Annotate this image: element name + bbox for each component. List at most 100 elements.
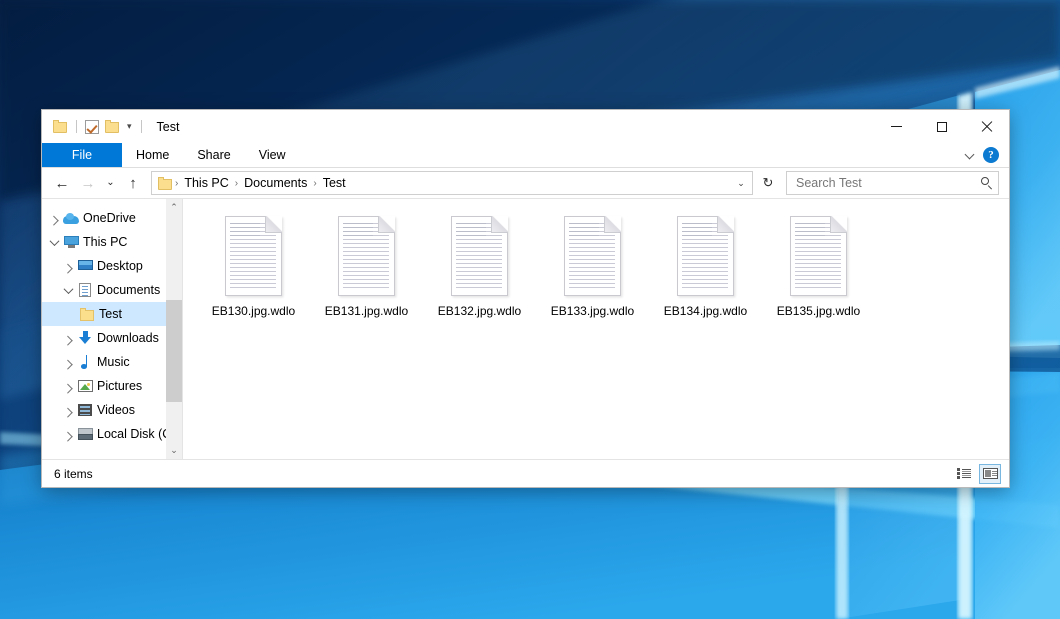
- properties-checkbox-icon[interactable]: [85, 120, 99, 134]
- sidebar-label-documents: Documents: [97, 283, 160, 297]
- disk-icon: [76, 428, 94, 440]
- minimize-icon: [891, 126, 902, 127]
- expander-chevron-right-icon[interactable]: [46, 215, 62, 222]
- expander-chevron-down-icon[interactable]: [46, 239, 62, 246]
- back-button[interactable]: ←: [50, 171, 74, 195]
- file-item[interactable]: EB134.jpg.wdlo: [649, 213, 762, 334]
- expander-chevron-right-icon[interactable]: [60, 359, 76, 366]
- address-bar[interactable]: › This PC › Documents › Test ⌄: [151, 171, 753, 195]
- qat-divider-2: [141, 120, 142, 133]
- expander-chevron-right-icon[interactable]: [60, 383, 76, 390]
- scrollbar-thumb[interactable]: [166, 300, 182, 402]
- details-view-icon: [957, 468, 972, 479]
- minimize-button[interactable]: [874, 110, 919, 143]
- tab-view[interactable]: View: [245, 143, 300, 167]
- sidebar-item-local-disk-c[interactable]: Local Disk (C:): [42, 422, 182, 446]
- ribbon-tab-strip: File Home Share View ?: [42, 143, 1009, 168]
- new-folder-icon[interactable]: [105, 120, 120, 133]
- generic-document-icon: [335, 216, 398, 298]
- qat-divider-1: [76, 120, 77, 133]
- search-box[interactable]: [786, 171, 999, 195]
- videos-icon: [76, 404, 94, 416]
- window-body: OneDrive This PC Desktop Documents Test: [42, 198, 1009, 459]
- expander-chevron-right-icon[interactable]: [60, 431, 76, 438]
- large-icons-view-icon: [983, 468, 998, 479]
- status-bar: 6 items: [42, 459, 1009, 487]
- large-icons-view-button[interactable]: [979, 464, 1001, 484]
- close-icon: [981, 121, 993, 133]
- sidebar-item-documents[interactable]: Documents: [42, 278, 182, 302]
- expander-chevron-down-icon[interactable]: [60, 287, 76, 294]
- desktop-icon: [76, 260, 94, 272]
- sidebar-label-pictures: Pictures: [97, 379, 142, 393]
- sidebar-item-this-pc[interactable]: This PC: [42, 230, 182, 254]
- sidebar-item-onedrive[interactable]: OneDrive: [42, 206, 182, 230]
- folder-icon: [78, 308, 96, 321]
- file-name: EB131.jpg.wdlo: [325, 304, 408, 318]
- file-explorer-window: ▾ Test File Home Share View ? ← → ⌄ ↑ ›: [42, 110, 1009, 487]
- expander-chevron-right-icon[interactable]: [60, 263, 76, 270]
- pictures-icon: [76, 380, 94, 392]
- title-bar: ▾ Test: [42, 110, 1009, 143]
- onedrive-icon: [62, 213, 80, 224]
- search-input[interactable]: [794, 175, 979, 191]
- file-item[interactable]: EB135.jpg.wdlo: [762, 213, 875, 334]
- sidebar-item-test[interactable]: Test: [42, 302, 182, 326]
- sidebar-item-desktop[interactable]: Desktop: [42, 254, 182, 278]
- breadcrumb-test[interactable]: Test: [319, 176, 350, 190]
- qat-customize-caret-icon[interactable]: ▾: [126, 122, 133, 131]
- sidebar-label-this-pc: This PC: [83, 235, 127, 249]
- generic-document-icon: [561, 216, 624, 298]
- scroll-down-arrow-icon[interactable]: ⌄: [166, 442, 182, 459]
- breadcrumb-separator-3: ›: [311, 178, 318, 189]
- quick-access-toolbar: ▾ Test: [42, 120, 179, 134]
- file-item[interactable]: EB132.jpg.wdlo: [423, 213, 536, 334]
- sidebar-item-pictures[interactable]: Pictures: [42, 374, 182, 398]
- scroll-up-arrow-icon[interactable]: ⌃: [166, 199, 182, 216]
- help-icon[interactable]: ?: [983, 147, 999, 163]
- sidebar-item-downloads[interactable]: Downloads: [42, 326, 182, 350]
- scrollbar-track[interactable]: [166, 216, 182, 442]
- window-title: Test: [157, 120, 180, 134]
- downloads-icon: [76, 331, 94, 345]
- file-item[interactable]: EB131.jpg.wdlo: [310, 213, 423, 334]
- recent-locations-button[interactable]: ⌄: [102, 171, 119, 195]
- file-item[interactable]: EB133.jpg.wdlo: [536, 213, 649, 334]
- breadcrumb-this-pc[interactable]: This PC: [180, 176, 232, 190]
- refresh-button[interactable]: ↻: [757, 172, 779, 194]
- tab-home[interactable]: Home: [122, 143, 183, 167]
- file-item[interactable]: EB130.jpg.wdlo: [197, 213, 310, 334]
- maximize-button[interactable]: [919, 110, 964, 143]
- sidebar-label-downloads: Downloads: [97, 331, 159, 345]
- sidebar-item-music[interactable]: Music: [42, 350, 182, 374]
- system-menu-folder-icon[interactable]: [53, 120, 68, 133]
- file-name: EB134.jpg.wdlo: [664, 304, 747, 318]
- item-count-label: 6 items: [54, 467, 93, 481]
- documents-icon: [76, 283, 94, 297]
- music-icon: [76, 355, 94, 369]
- sidebar-item-videos[interactable]: Videos: [42, 398, 182, 422]
- navigation-pane-scrollbar[interactable]: ⌃ ⌄: [166, 199, 182, 459]
- generic-document-icon: [787, 216, 850, 298]
- expander-chevron-right-icon[interactable]: [60, 407, 76, 414]
- tab-file[interactable]: File: [42, 143, 122, 167]
- close-button[interactable]: [964, 110, 1009, 143]
- expander-chevron-right-icon[interactable]: [60, 335, 76, 342]
- details-view-button[interactable]: [953, 464, 975, 484]
- file-name: EB130.jpg.wdlo: [212, 304, 295, 318]
- sidebar-label-onedrive: OneDrive: [83, 211, 136, 225]
- breadcrumb-separator-2: ›: [233, 178, 240, 189]
- expand-ribbon-chevron-down-icon[interactable]: [966, 151, 975, 160]
- file-list-pane[interactable]: EB130.jpg.wdlo EB131.jpg.wdlo EB132.jpg.…: [182, 199, 1009, 459]
- address-dropdown-chevron-icon[interactable]: ⌄: [732, 173, 750, 193]
- this-pc-icon: [62, 236, 80, 248]
- address-folder-icon: [158, 177, 173, 190]
- tab-share[interactable]: Share: [183, 143, 244, 167]
- up-button[interactable]: ↑: [121, 171, 145, 195]
- search-icon: [981, 177, 994, 190]
- file-name: EB133.jpg.wdlo: [551, 304, 634, 318]
- breadcrumb-documents[interactable]: Documents: [240, 176, 311, 190]
- file-grid: EB130.jpg.wdlo EB131.jpg.wdlo EB132.jpg.…: [197, 213, 1009, 334]
- generic-document-icon: [674, 216, 737, 298]
- navigation-pane: OneDrive This PC Desktop Documents Test: [42, 199, 182, 459]
